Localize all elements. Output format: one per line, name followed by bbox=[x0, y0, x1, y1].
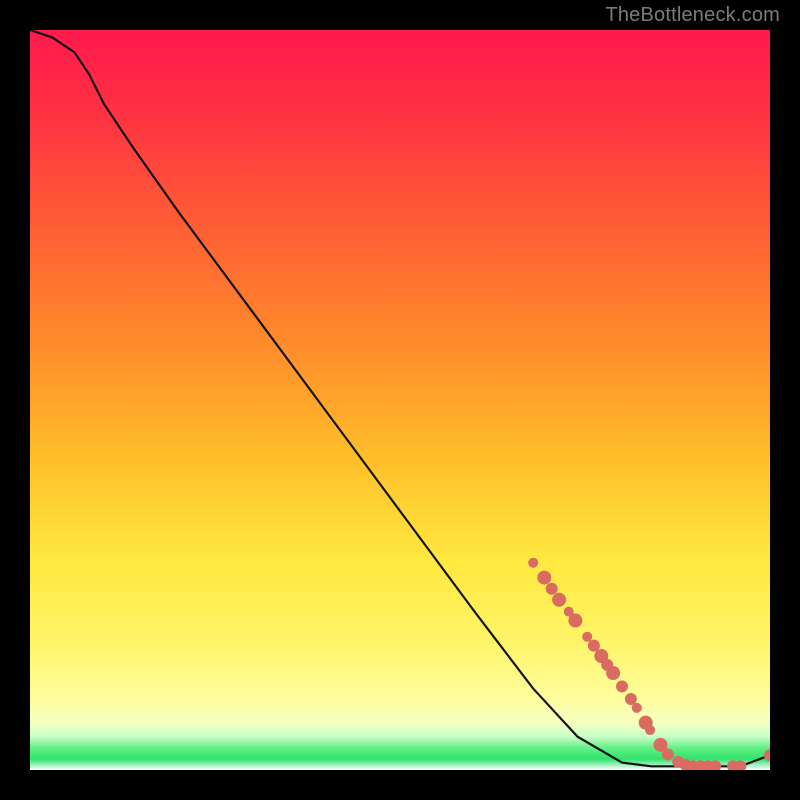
curve-marker bbox=[616, 680, 628, 692]
curve-marker bbox=[537, 571, 551, 585]
chart-container: TheBottleneck.com bbox=[0, 0, 800, 800]
curve-marker bbox=[528, 558, 538, 568]
curve-marker bbox=[632, 703, 642, 713]
curve-marker bbox=[645, 725, 655, 735]
curve-marker bbox=[606, 666, 620, 680]
curve-marker bbox=[662, 748, 674, 760]
plot-area bbox=[30, 30, 770, 770]
curve-marker bbox=[546, 583, 558, 595]
bottleneck-curve bbox=[30, 30, 770, 766]
curve-marker bbox=[552, 593, 566, 607]
attribution-label: TheBottleneck.com bbox=[605, 4, 780, 27]
chart-svg bbox=[30, 30, 770, 770]
curve-marker bbox=[568, 614, 582, 628]
curve-markers bbox=[528, 558, 770, 770]
curve-marker bbox=[582, 632, 592, 642]
curve-marker bbox=[764, 749, 770, 761]
